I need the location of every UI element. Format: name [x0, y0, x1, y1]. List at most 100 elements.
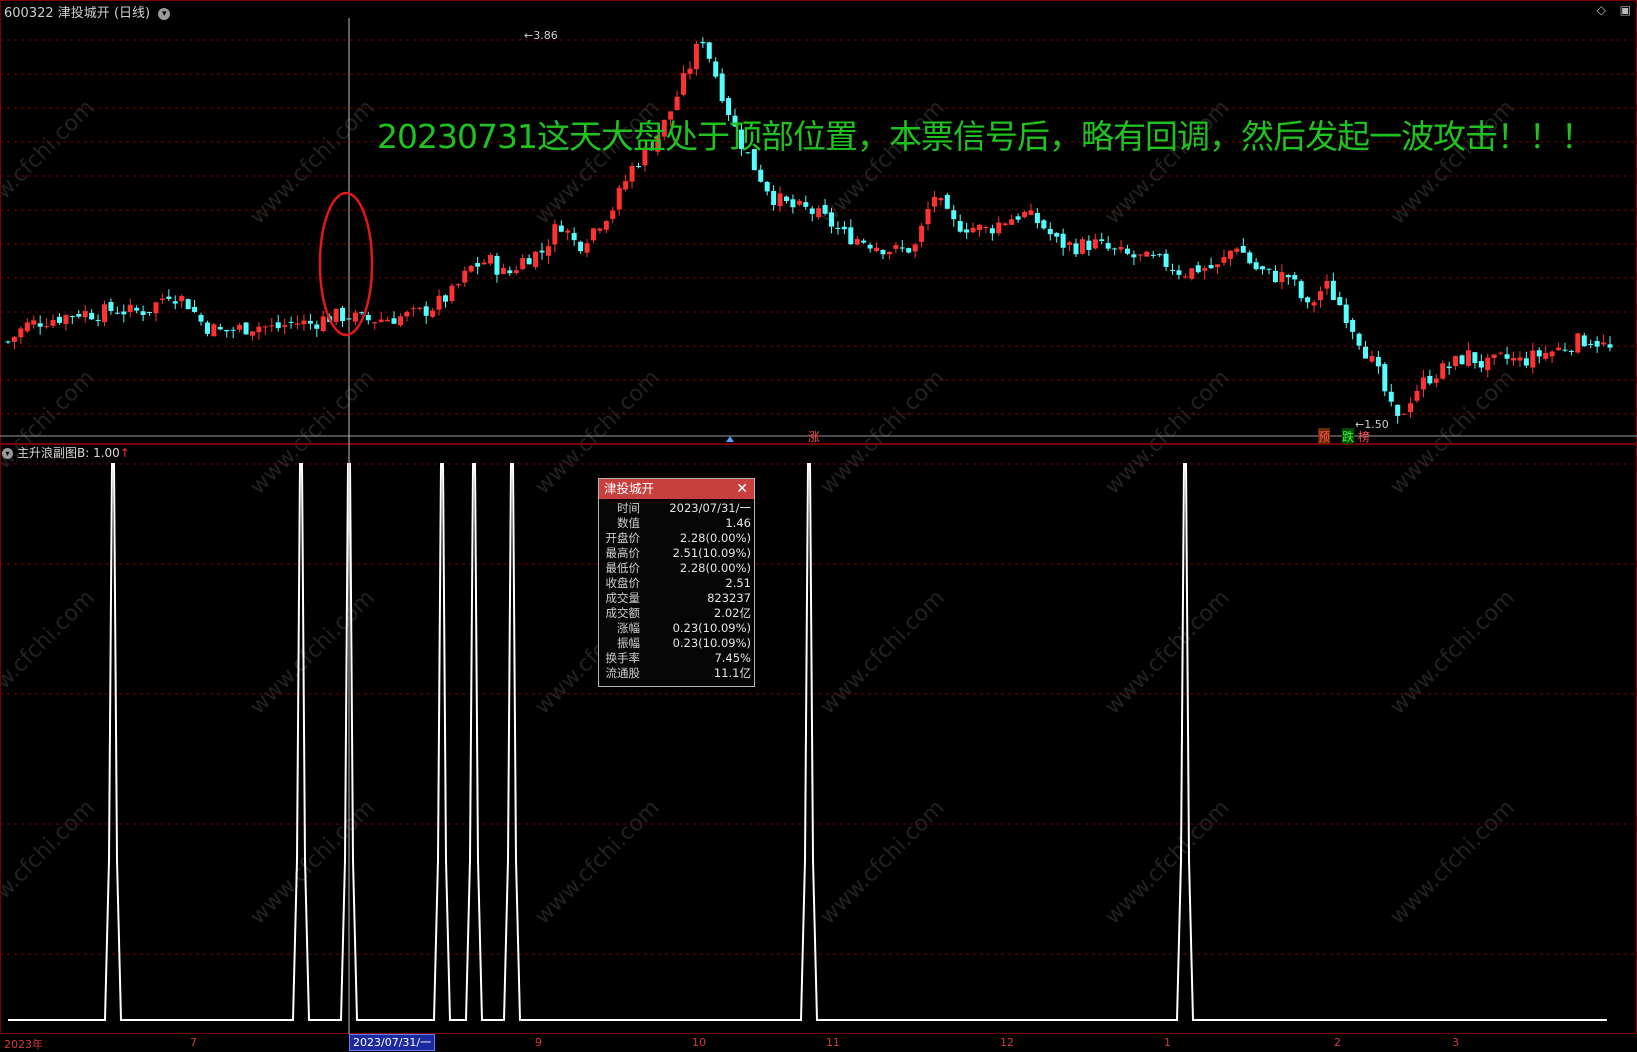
candle-body	[1112, 248, 1118, 250]
candle-body	[397, 316, 403, 326]
quote-value: 7.45%	[714, 651, 751, 665]
candle-body	[468, 265, 474, 272]
quote-row: 换手率 7.45%	[599, 651, 754, 666]
candle-body	[629, 165, 635, 182]
quote-value: 0.23(10.09%)	[672, 636, 751, 650]
candle-body	[693, 43, 699, 70]
quote-row: 最高价 2.51(10.09%)	[599, 546, 754, 561]
candle-body	[1266, 268, 1272, 270]
candle-body	[533, 251, 539, 267]
candle-body	[919, 225, 925, 242]
quote-row: 振幅 0.23(10.09%)	[599, 636, 754, 651]
popup-header[interactable]: 津投城开 ✕	[599, 479, 754, 499]
candle-body	[1028, 210, 1034, 215]
candle-body	[513, 270, 519, 274]
candle-body	[681, 73, 687, 95]
candle-body	[262, 326, 268, 328]
candle-body	[899, 247, 905, 249]
popup-title: 津投城开	[604, 481, 655, 496]
candle-body	[674, 96, 680, 111]
candle-body	[1092, 239, 1098, 249]
candle-body	[1221, 257, 1227, 263]
candle-body	[1433, 378, 1439, 383]
candle-body	[1131, 254, 1137, 258]
quote-label: 成交额	[605, 606, 641, 620]
candle-body	[578, 241, 584, 252]
high-price-value: 3.86	[533, 29, 558, 42]
candle-body	[1182, 276, 1188, 278]
candle-body	[1105, 243, 1111, 249]
candle-body	[147, 311, 153, 313]
axis-label: 7	[190, 1036, 197, 1049]
quote-row: 开盘价 2.28(0.00%)	[599, 531, 754, 546]
signal-chart[interactable]	[0, 444, 1637, 1034]
candle-body	[1298, 281, 1304, 299]
candle-body	[1472, 352, 1478, 364]
candle-body	[249, 331, 255, 336]
candlestick-chart[interactable]	[0, 0, 1637, 444]
candle-body	[719, 73, 725, 102]
candle-body	[211, 324, 217, 337]
close-icon[interactable]: ✕	[736, 479, 748, 499]
candle-body	[1047, 228, 1053, 235]
candle-body	[69, 316, 75, 318]
quote-value: 2.51(10.09%)	[672, 546, 751, 560]
window-controls: ◇ ▣	[1587, 3, 1631, 17]
candle-body	[1356, 333, 1362, 346]
candle-body	[1189, 268, 1195, 279]
candle-body	[500, 268, 506, 274]
candle-body	[758, 169, 764, 182]
quote-row: 流通股 11.1亿	[599, 666, 754, 681]
candle-body	[829, 212, 835, 227]
candle-body	[488, 254, 494, 264]
axis-label: 9	[535, 1036, 542, 1049]
chart-title[interactable]: 600322 津投城开 (日线) ▾	[4, 2, 171, 21]
candle-body	[1079, 239, 1085, 254]
candle-body	[1060, 233, 1066, 248]
quote-label: 振幅	[617, 636, 640, 650]
candle-body	[790, 199, 796, 208]
candle-body	[1498, 352, 1504, 354]
candle-body	[1575, 333, 1581, 353]
candle-body	[179, 296, 185, 302]
candle-body	[526, 258, 532, 265]
quote-row: 涨幅 0.23(10.09%)	[599, 621, 754, 636]
candle-body	[269, 325, 275, 327]
candle-body	[1459, 355, 1465, 365]
candle-body	[558, 225, 564, 232]
candle-body	[185, 299, 191, 310]
candle-body	[893, 245, 899, 249]
quote-value: 2.51	[725, 576, 751, 590]
candle-body	[1440, 363, 1446, 379]
candle-body	[314, 324, 320, 329]
candle-body	[372, 322, 378, 324]
candle-body	[1144, 251, 1150, 257]
candle-body	[108, 302, 114, 311]
candle-body	[1601, 342, 1607, 345]
quote-label: 时间	[617, 501, 640, 515]
candle-body	[1581, 335, 1587, 347]
candle-body	[1337, 297, 1343, 306]
restore-icon[interactable]: ▣	[1620, 3, 1631, 17]
quote-info-popup[interactable]: 津投城开 ✕ 时间 2023/07/31/一 数值 1.46 开盘价 2.28(0.00%…	[598, 478, 755, 687]
candle-body	[224, 329, 230, 332]
candle-body	[906, 248, 912, 253]
candle-body	[874, 247, 880, 252]
fall-marker: 跌	[1342, 428, 1355, 445]
chart-frame	[0, 0, 1637, 444]
quote-row: 时间 2023/07/31/一	[599, 501, 754, 516]
chevron-down-icon[interactable]: ▾	[158, 7, 171, 20]
candle-body	[462, 270, 468, 283]
candle-body	[809, 208, 815, 214]
candle-body	[545, 246, 551, 256]
candle-body	[76, 314, 82, 317]
candle-body	[1073, 243, 1079, 255]
quote-row: 最低价 2.28(0.00%)	[599, 561, 754, 576]
quote-value: 2.02亿	[713, 606, 751, 620]
candle-body	[1568, 350, 1574, 352]
candle-body	[1305, 297, 1311, 303]
quote-row: 成交额 2.02亿	[599, 606, 754, 621]
candle-body	[584, 243, 590, 253]
candle-body	[1215, 264, 1221, 268]
diamond-icon[interactable]: ◇	[1597, 3, 1606, 17]
